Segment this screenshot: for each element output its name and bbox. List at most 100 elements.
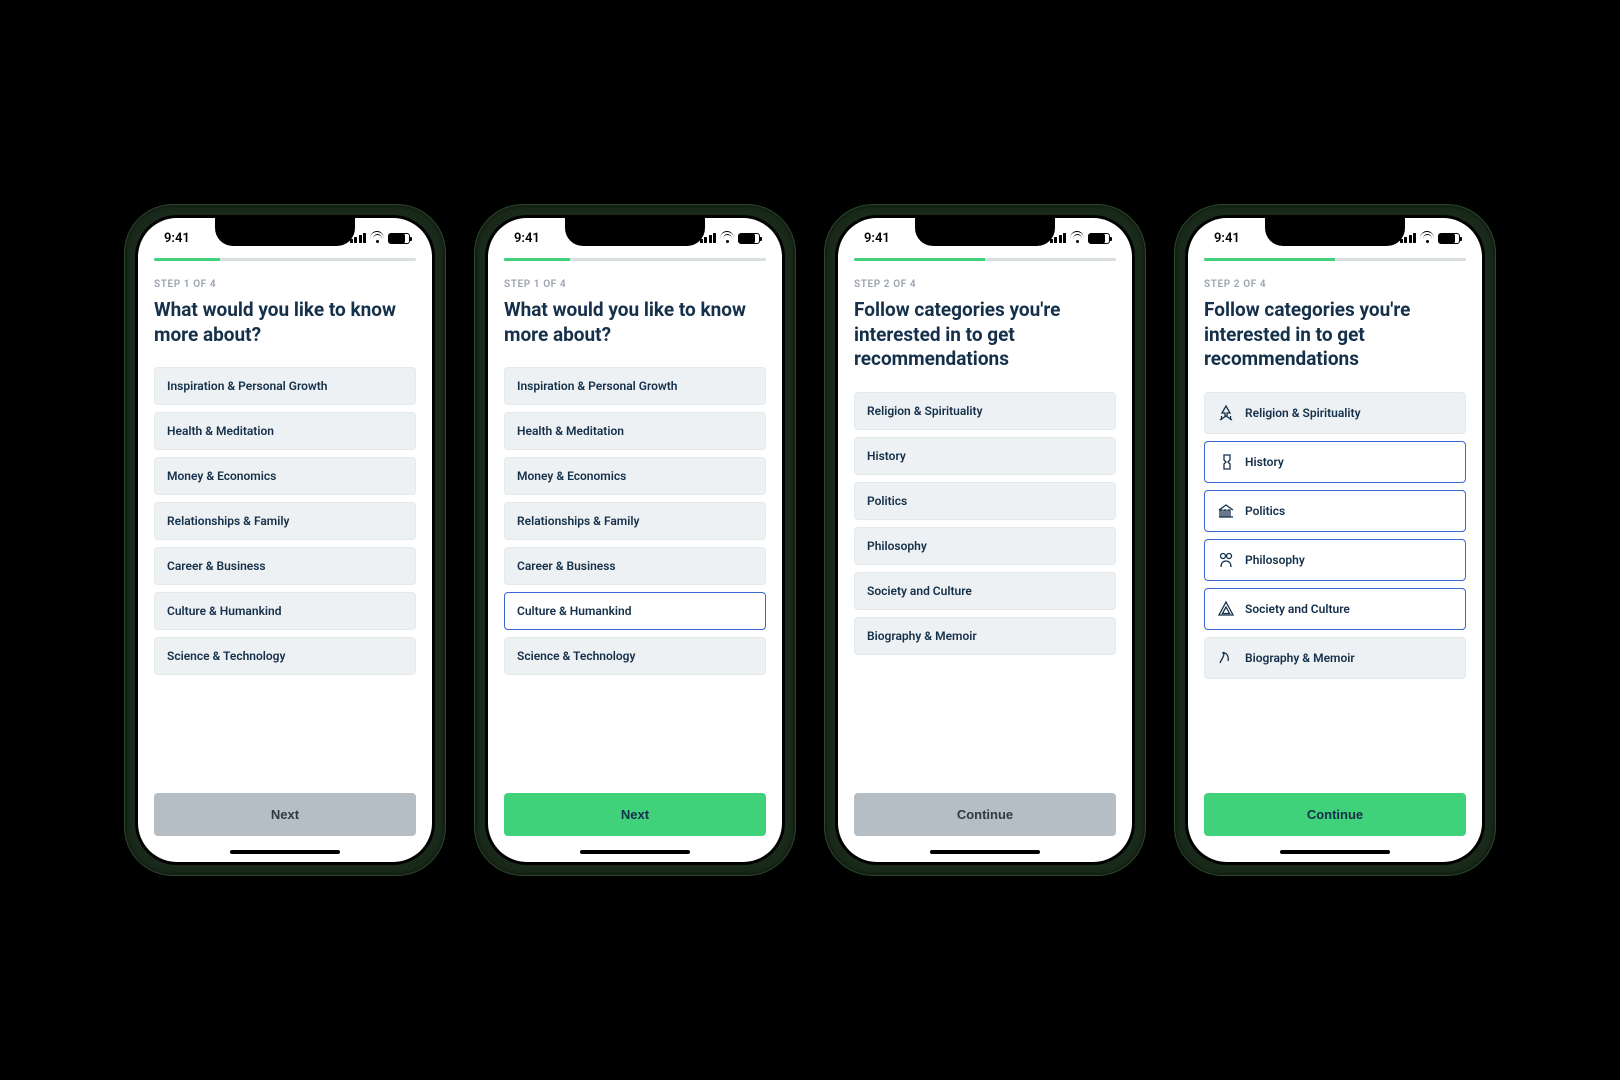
category-option[interactable]: Society and Culture bbox=[1204, 588, 1466, 630]
category-option[interactable]: Culture & Humankind bbox=[504, 592, 766, 630]
category-option[interactable]: Science & Technology bbox=[154, 637, 416, 675]
category-option-label: Politics bbox=[867, 494, 907, 508]
status-time: 9:41 bbox=[164, 231, 190, 246]
category-option-label: Society and Culture bbox=[867, 584, 972, 598]
phone-mockup: 9:41 STEP 1 OF 4 What would you like to … bbox=[475, 205, 795, 875]
status-indicators bbox=[1400, 233, 1461, 244]
category-option-label: Health & Meditation bbox=[167, 424, 274, 438]
category-option[interactable]: Inspiration & Personal Growth bbox=[504, 367, 766, 405]
device-notch bbox=[565, 218, 705, 246]
category-option-label: Philosophy bbox=[1245, 553, 1305, 567]
category-option[interactable]: Biography & Memoir bbox=[1204, 637, 1466, 679]
option-list: Inspiration & Personal Growth Health & M… bbox=[504, 367, 766, 675]
category-option-label: Philosophy bbox=[867, 539, 927, 553]
society-icon bbox=[1217, 600, 1235, 618]
category-option[interactable]: Philosophy bbox=[854, 527, 1116, 565]
spirituality-icon bbox=[1217, 404, 1235, 422]
phone-mockup: 9:41 STEP 2 OF 4 Follow categories you'r… bbox=[1175, 205, 1495, 875]
category-option-label: Health & Meditation bbox=[517, 424, 624, 438]
page-title: Follow categories you're interested in t… bbox=[854, 298, 1116, 372]
category-option-label: Culture & Humankind bbox=[167, 604, 282, 618]
continue-button[interactable]: Continue bbox=[1204, 793, 1466, 836]
battery-icon bbox=[1088, 233, 1110, 244]
home-indicator bbox=[230, 850, 340, 854]
status-indicators bbox=[700, 233, 761, 244]
category-option[interactable]: Biography & Memoir bbox=[854, 617, 1116, 655]
category-option[interactable]: Politics bbox=[1204, 490, 1466, 532]
wifi-icon bbox=[720, 233, 734, 243]
category-option[interactable]: Religion & Spirituality bbox=[854, 392, 1116, 430]
category-option[interactable]: Politics bbox=[854, 482, 1116, 520]
history-icon bbox=[1217, 453, 1235, 471]
category-option-label: Money & Economics bbox=[167, 469, 276, 483]
battery-icon bbox=[1438, 233, 1460, 244]
philosophy-icon bbox=[1217, 551, 1235, 569]
category-option[interactable]: Relationships & Family bbox=[154, 502, 416, 540]
category-option[interactable]: Money & Economics bbox=[154, 457, 416, 495]
category-option-label: History bbox=[867, 449, 906, 463]
category-option-label: Science & Technology bbox=[167, 649, 285, 663]
category-option-label: Career & Business bbox=[517, 559, 616, 573]
category-option-label: Relationships & Family bbox=[167, 514, 289, 528]
battery-icon bbox=[738, 233, 760, 244]
status-time: 9:41 bbox=[514, 231, 540, 246]
category-option-label: Science & Technology bbox=[517, 649, 635, 663]
category-option-label: Politics bbox=[1245, 504, 1285, 518]
step-label: STEP 1 OF 4 bbox=[154, 279, 416, 290]
category-option-label: Money & Economics bbox=[517, 469, 626, 483]
option-list: Religion & Spirituality History Politics bbox=[1204, 392, 1466, 679]
category-option[interactable]: Inspiration & Personal Growth bbox=[154, 367, 416, 405]
category-option-label: Biography & Memoir bbox=[867, 629, 977, 643]
category-option-label: Biography & Memoir bbox=[1245, 651, 1355, 665]
wifi-icon bbox=[370, 233, 384, 243]
category-option-label: Religion & Spirituality bbox=[1245, 406, 1361, 420]
biography-icon bbox=[1217, 649, 1235, 667]
category-option[interactable]: Money & Economics bbox=[504, 457, 766, 495]
phone-mockup: 9:41 STEP 1 OF 4 What would you like to … bbox=[125, 205, 445, 875]
status-indicators bbox=[350, 233, 411, 244]
category-option-label: Inspiration & Personal Growth bbox=[167, 379, 327, 393]
page-title: Follow categories you're interested in t… bbox=[1204, 298, 1466, 372]
status-time: 9:41 bbox=[864, 231, 890, 246]
step-label: STEP 1 OF 4 bbox=[504, 279, 766, 290]
category-option[interactable]: Health & Meditation bbox=[154, 412, 416, 450]
category-option[interactable]: Science & Technology bbox=[504, 637, 766, 675]
category-option[interactable]: Relationships & Family bbox=[504, 502, 766, 540]
home-indicator bbox=[580, 850, 690, 854]
option-list: Inspiration & Personal Growth Health & M… bbox=[154, 367, 416, 675]
category-option[interactable]: Society and Culture bbox=[854, 572, 1116, 610]
category-option-label: Culture & Humankind bbox=[517, 604, 632, 618]
category-option[interactable]: History bbox=[854, 437, 1116, 475]
category-option[interactable]: Health & Meditation bbox=[504, 412, 766, 450]
continue-button[interactable]: Continue bbox=[854, 793, 1116, 836]
battery-icon bbox=[388, 233, 410, 244]
category-option-label: Career & Business bbox=[167, 559, 266, 573]
category-option[interactable]: Career & Business bbox=[504, 547, 766, 585]
category-option-label: Relationships & Family bbox=[517, 514, 639, 528]
home-indicator bbox=[1280, 850, 1390, 854]
status-time: 9:41 bbox=[1214, 231, 1240, 246]
phone-mockup: 9:41 STEP 2 OF 4 Follow categories you'r… bbox=[825, 205, 1145, 875]
category-option-label: Religion & Spirituality bbox=[867, 404, 983, 418]
device-notch bbox=[915, 218, 1055, 246]
device-notch bbox=[1265, 218, 1405, 246]
next-button[interactable]: Next bbox=[504, 793, 766, 836]
category-option-label: History bbox=[1245, 455, 1284, 469]
wifi-icon bbox=[1420, 233, 1434, 243]
page-title: What would you like to know more about? bbox=[154, 298, 416, 347]
page-title: What would you like to know more about? bbox=[504, 298, 766, 347]
device-notch bbox=[215, 218, 355, 246]
option-list: Religion & Spirituality History Politics bbox=[854, 392, 1116, 655]
step-label: STEP 2 OF 4 bbox=[1204, 279, 1466, 290]
status-indicators bbox=[1050, 233, 1111, 244]
category-option[interactable]: Culture & Humankind bbox=[154, 592, 416, 630]
category-option[interactable]: Career & Business bbox=[154, 547, 416, 585]
politics-icon bbox=[1217, 502, 1235, 520]
home-indicator bbox=[930, 850, 1040, 854]
category-option[interactable]: Religion & Spirituality bbox=[1204, 392, 1466, 434]
category-option[interactable]: History bbox=[1204, 441, 1466, 483]
category-option-label: Inspiration & Personal Growth bbox=[517, 379, 677, 393]
category-option-label: Society and Culture bbox=[1245, 602, 1350, 616]
next-button[interactable]: Next bbox=[154, 793, 416, 836]
category-option[interactable]: Philosophy bbox=[1204, 539, 1466, 581]
